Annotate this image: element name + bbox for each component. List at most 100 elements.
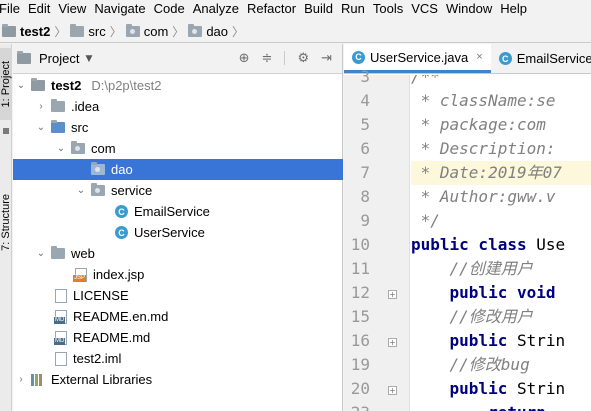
menu-file[interactable]: File <box>0 0 24 18</box>
editor-tabs: C UserService.java × C EmailService.j <box>344 44 591 74</box>
expand-arrow-icon[interactable]: ⌄ <box>15 80 27 91</box>
tree-item-dao[interactable]: dao <box>13 159 343 180</box>
breadcrumb-com[interactable]: com <box>124 24 168 39</box>
settings-gear-icon[interactable]: ⚙ <box>297 51 309 66</box>
line-number: 4 <box>360 91 370 110</box>
tree-item-test2[interactable]: ⌄ test2 D:\p2p\test2 <box>13 75 343 96</box>
line-number: 8 <box>360 187 370 206</box>
tree-item-label: test2.iml <box>73 351 122 366</box>
project-tool-tab[interactable]: 1: Project <box>0 48 12 120</box>
line-number: 7 <box>360 163 370 182</box>
library-icon <box>31 373 45 386</box>
jsp-file-icon <box>73 267 87 282</box>
tree-item-test2-iml[interactable]: test2.iml <box>13 348 343 369</box>
tab-emailservice[interactable]: C EmailService.j <box>491 44 591 73</box>
expand-arrow-icon[interactable]: ⌄ <box>35 248 47 259</box>
line-number-gutter: 3 4 5 6 7 8 9 10 11 12 15 16 19 20 23 + … <box>344 67 410 411</box>
collapse-arrow-icon[interactable]: › <box>35 101 47 112</box>
breadcrumb: test2 〉 src 〉 com 〉 dao 〉 <box>0 21 591 43</box>
code-area[interactable]: /** * className:se * package:com * Descr… <box>411 75 591 411</box>
menu-code[interactable]: Code <box>150 0 189 18</box>
panel-toolbar: ⊕ ≑ ⚙ ⇥ <box>239 51 342 66</box>
expand-arrow-icon[interactable]: ⌄ <box>55 143 67 154</box>
tree-item-src[interactable]: ⌄ src <box>13 117 343 138</box>
code-comment: */ <box>411 211 440 230</box>
collapse-arrow-icon[interactable]: › <box>15 374 27 385</box>
locate-icon[interactable]: ⊕ <box>239 51 250 66</box>
tree-item-label: .idea <box>71 99 100 114</box>
code-comment: //修改bug <box>411 355 530 374</box>
tree-item-com[interactable]: ⌄ com <box>13 138 343 159</box>
tree-item-emailservice[interactable]: C EmailService <box>13 201 343 222</box>
code-comment: /** <box>411 75 440 86</box>
package-icon <box>188 24 203 37</box>
menu-view[interactable]: View <box>54 0 90 18</box>
project-icon <box>17 51 31 64</box>
collapse-all-icon[interactable]: ≑ <box>262 51 273 66</box>
code-comment: * className:se <box>411 91 556 110</box>
tree-item-license[interactable]: LICENSE <box>13 285 343 306</box>
tree-item-readme[interactable]: README.md <box>13 327 343 348</box>
code-keyword: return <box>411 403 546 411</box>
code-line: public void <box>411 281 591 305</box>
dropdown-caret-icon[interactable]: ▼ <box>85 54 92 64</box>
line-number: 19 <box>350 355 370 374</box>
text-file-icon <box>55 288 67 303</box>
tree-item-userservice[interactable]: C UserService <box>13 222 343 243</box>
project-panel-title[interactable]: Project <box>39 51 79 66</box>
fold-expand-icon[interactable]: + <box>388 290 397 299</box>
tree-item-label: UserService <box>134 225 205 240</box>
tree-item-label: README.en.md <box>73 309 169 324</box>
breadcrumb-src[interactable]: src <box>68 24 106 39</box>
close-icon[interactable]: × <box>476 51 482 63</box>
code-keyword: public class <box>411 235 527 254</box>
code-comment: * package:com <box>411 115 546 134</box>
code-editor: C UserService.java × C EmailService.j 3 … <box>344 44 591 411</box>
line-number: 5 <box>360 115 370 134</box>
line-number: 20 <box>350 379 370 398</box>
structure-tool-tab[interactable]: 7: Structure <box>0 182 12 262</box>
fold-expand-icon[interactable]: + <box>388 386 397 395</box>
code-line: * className:se <box>411 89 591 113</box>
menu-navigate[interactable]: Navigate <box>90 0 149 18</box>
tree-item-label: EmailService <box>134 204 210 219</box>
fold-expand-icon[interactable]: + <box>388 338 397 347</box>
tree-item-readme-en[interactable]: README.en.md <box>13 306 343 327</box>
code-comment: * Author:gww.v <box>411 187 556 206</box>
left-tool-strip: 1: Project 7: Structure <box>0 44 12 411</box>
menu-vcs[interactable]: VCS <box>407 0 442 18</box>
tree-item-web[interactable]: ⌄ web <box>13 243 343 264</box>
expand-arrow-icon[interactable]: ⌄ <box>35 122 47 133</box>
menu-refactor[interactable]: Refactor <box>243 0 300 18</box>
tab-label: UserService.java <box>370 49 469 65</box>
tab-label: EmailService.j <box>516 51 591 66</box>
expand-arrow-icon[interactable]: ⌄ <box>75 185 87 196</box>
chevron-right-icon: 〉 <box>232 25 245 39</box>
menu-build[interactable]: Build <box>300 0 337 18</box>
tree-item-service[interactable]: ⌄ service <box>13 180 343 201</box>
markdown-file-icon <box>54 330 67 345</box>
tree-item-label: dao <box>111 162 133 177</box>
java-class-icon: C <box>115 205 128 218</box>
tool-window-icon[interactable] <box>3 128 9 134</box>
line-number: 15 <box>350 307 370 326</box>
menu-run[interactable]: Run <box>337 0 369 18</box>
hide-panel-icon[interactable]: ⇥ <box>321 51 332 66</box>
package-icon <box>71 141 85 154</box>
breadcrumb-test2[interactable]: test2 <box>0 24 50 39</box>
menu-tools[interactable]: Tools <box>369 0 407 18</box>
menu-analyze[interactable]: Analyze <box>189 0 243 18</box>
tree-item-index-jsp[interactable]: index.jsp <box>13 264 343 285</box>
code-line: public Strin <box>411 377 591 401</box>
line-number: 11 <box>350 259 370 278</box>
code-comment: * Date:2019年07 <box>411 163 562 182</box>
menu-edit[interactable]: Edit <box>24 0 54 18</box>
menu-help[interactable]: Help <box>496 0 531 18</box>
line-number: 16 <box>350 331 370 350</box>
project-tool-tab-label: 1: Project <box>0 60 12 108</box>
breadcrumb-dao[interactable]: dao <box>186 24 228 39</box>
java-class-icon: C <box>498 52 512 65</box>
tree-item-idea[interactable]: › .idea <box>13 96 343 117</box>
menu-window[interactable]: Window <box>442 0 496 18</box>
tree-item-external-libraries[interactable]: › External Libraries <box>13 369 343 390</box>
